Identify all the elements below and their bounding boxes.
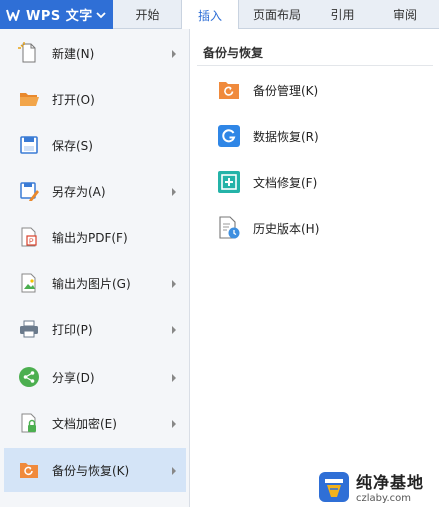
menu-item-print[interactable]: 打印(P)	[4, 308, 186, 350]
menu-item-new[interactable]: 新建(N)	[4, 32, 186, 74]
submenu-panel: 备份与恢复 备份管理(K) 数据恢复(R) 文档修复(F) 历史版本(H)	[191, 29, 439, 507]
file-menu: 新建(N) 打开(O) 保存(S) 另存为(A) P 输出为PDF(F) 输出为…	[0, 29, 190, 507]
svg-text:P: P	[29, 239, 34, 246]
menu-item-open[interactable]: 打开(O)	[4, 78, 186, 120]
submenu-item-backup-management[interactable]: 备份管理(K)	[211, 73, 431, 107]
share-icon	[18, 366, 40, 388]
submenu-item-label: 备份管理(K)	[253, 83, 319, 98]
encrypt-icon	[18, 412, 40, 434]
save-as-icon	[18, 180, 40, 202]
menu-item-label: 文档加密(E)	[52, 416, 117, 431]
open-folder-icon	[18, 88, 40, 110]
menu-item-label: 打开(O)	[52, 92, 95, 107]
history-version-icon	[217, 216, 241, 240]
backup-management-icon	[217, 78, 241, 102]
watermark-logo-icon	[318, 471, 350, 503]
submenu-title: 备份与恢复	[203, 46, 264, 60]
menu-item-label: 输出为图片(G)	[52, 276, 131, 291]
submenu-item-label: 数据恢复(R)	[253, 129, 319, 144]
menu-item-label: 保存(S)	[52, 138, 93, 153]
menu-item-label: 输出为PDF(F)	[52, 230, 128, 245]
save-disk-icon	[18, 134, 40, 156]
tab-page-layout[interactable]: 页面布局	[245, 0, 309, 29]
submenu-item-data-recovery[interactable]: 数据恢复(R)	[211, 119, 431, 153]
document-repair-icon	[217, 170, 241, 194]
tab-review[interactable]: 审阅	[376, 0, 434, 29]
chevron-down-icon[interactable]	[95, 9, 107, 21]
menu-item-label: 分享(D)	[52, 370, 95, 385]
new-file-icon	[18, 42, 40, 64]
submenu-item-label: 历史版本(H)	[253, 221, 320, 236]
menu-item-label: 另存为(A)	[52, 184, 106, 199]
wps-app-menu-button[interactable]: WPS 文字	[0, 0, 113, 29]
app-title: WPS 文字	[26, 9, 93, 24]
chevron-right-icon	[170, 186, 178, 196]
menu-item-export-pdf[interactable]: P 输出为PDF(F)	[4, 216, 186, 258]
chevron-right-icon	[170, 465, 178, 475]
divider	[197, 65, 433, 66]
watermark: 纯净基地 czlaby.com	[318, 466, 439, 507]
export-pdf-icon: P	[18, 226, 40, 248]
wps-logo-icon	[6, 8, 20, 22]
export-image-icon	[18, 272, 40, 294]
menu-item-label: 备份与恢复(K)	[52, 463, 130, 478]
menu-item-backup-restore[interactable]: 备份与恢复(K)	[4, 448, 186, 492]
chevron-right-icon	[170, 48, 178, 58]
menu-item-export-image[interactable]: 输出为图片(G)	[4, 262, 186, 304]
chevron-right-icon	[170, 372, 178, 382]
menu-item-share[interactable]: 分享(D)	[4, 356, 186, 398]
submenu-item-history-version[interactable]: 历史版本(H)	[211, 211, 431, 245]
menu-item-save-as[interactable]: 另存为(A)	[4, 170, 186, 212]
tab-references[interactable]: 引用	[315, 0, 370, 29]
top-bar: WPS 文字 开始 插入 页面布局 引用 审阅	[0, 0, 439, 30]
menu-item-save[interactable]: 保存(S)	[4, 124, 186, 166]
menu-item-encrypt[interactable]: 文档加密(E)	[4, 402, 186, 444]
printer-icon	[18, 318, 40, 340]
watermark-sub: czlaby.com	[356, 493, 412, 504]
chevron-right-icon	[170, 324, 178, 334]
chevron-right-icon	[170, 418, 178, 428]
menu-item-label: 新建(N)	[52, 46, 95, 61]
submenu-item-label: 文档修复(F)	[253, 175, 318, 190]
backup-restore-icon	[18, 459, 40, 481]
data-recovery-icon	[217, 124, 241, 148]
chevron-right-icon	[170, 278, 178, 288]
tab-start[interactable]: 开始	[120, 0, 175, 29]
watermark-main: 纯净基地	[356, 473, 425, 492]
tab-insert[interactable]: 插入	[181, 0, 239, 30]
watermark-text: 纯净基地 czlaby.com	[356, 469, 424, 504]
menu-item-label: 打印(P)	[52, 322, 93, 337]
submenu-item-document-repair[interactable]: 文档修复(F)	[211, 165, 431, 199]
